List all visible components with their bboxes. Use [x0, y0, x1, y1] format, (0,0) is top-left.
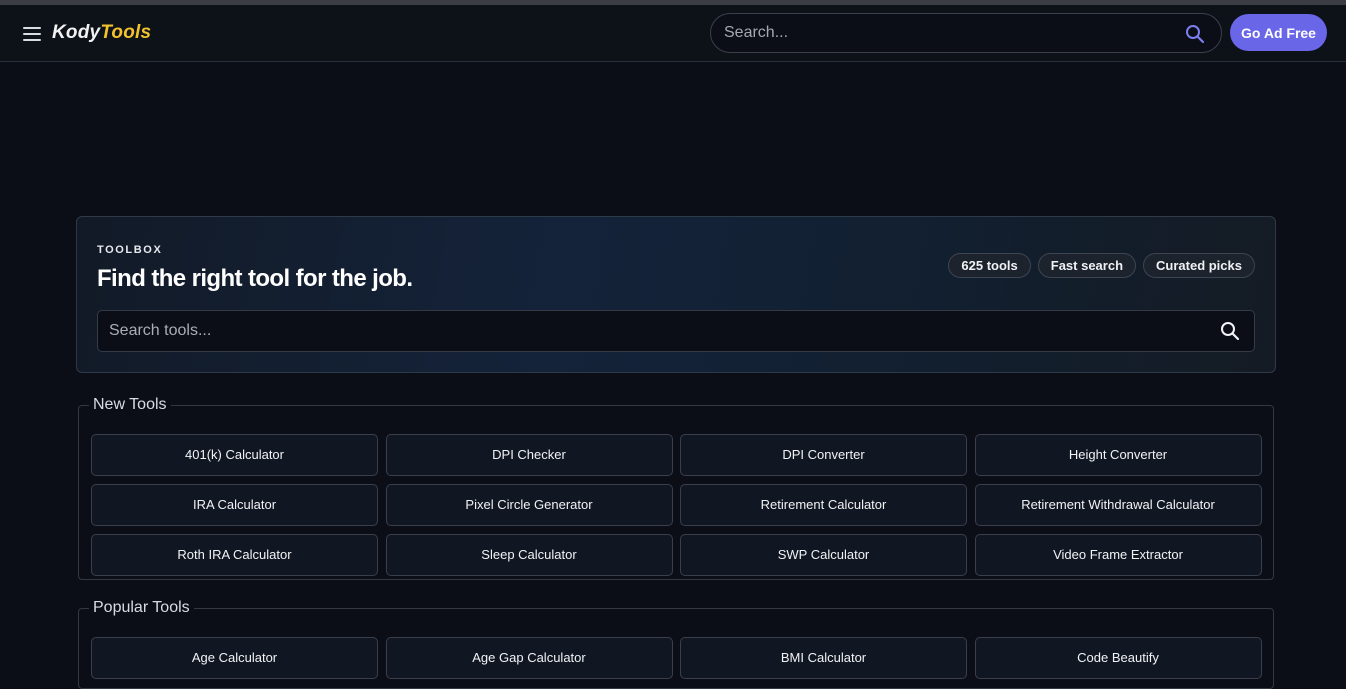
- chip-fast-search: Fast search: [1037, 253, 1137, 278]
- tool-401k-calculator[interactable]: 401(k) Calculator: [91, 434, 378, 476]
- header-search-input[interactable]: [724, 14, 1174, 52]
- logo-text-tools: Tools: [100, 22, 152, 43]
- tool-bmi-calculator[interactable]: BMI Calculator: [680, 637, 967, 679]
- tool-dpi-checker[interactable]: DPI Checker: [385, 434, 673, 476]
- header-search-box: [710, 13, 1222, 53]
- hero-headline: Find the right tool for the job.: [97, 265, 413, 292]
- tool-ira-calculator[interactable]: IRA Calculator: [91, 484, 378, 526]
- chip-tool-count: 625 tools: [948, 253, 1031, 278]
- tool-swp-calculator[interactable]: SWP Calculator: [680, 534, 967, 576]
- new-tools-grid: 401(k) Calculator DPI Checker DPI Conver…: [91, 434, 1262, 576]
- tool-video-frame-extractor[interactable]: Video Frame Extractor: [974, 534, 1262, 576]
- tool-dpi-converter[interactable]: DPI Converter: [680, 434, 967, 476]
- tool-sleep-calculator[interactable]: Sleep Calculator: [385, 534, 673, 576]
- search-icon[interactable]: [1220, 321, 1240, 341]
- tool-roth-ira-calculator[interactable]: Roth IRA Calculator: [91, 534, 378, 576]
- popular-tools-grid: Age Calculator Age Gap Calculator BMI Ca…: [91, 637, 1262, 679]
- hero-chips: 625 tools Fast search Curated picks: [948, 253, 1255, 278]
- toolbox-hero: TOOLBOX Find the right tool for the job.…: [76, 216, 1276, 373]
- tool-height-converter[interactable]: Height Converter: [974, 434, 1262, 476]
- search-icon[interactable]: [1185, 24, 1205, 44]
- tool-age-gap-calculator[interactable]: Age Gap Calculator: [385, 637, 673, 679]
- section-title-new-tools: New Tools: [93, 396, 167, 413]
- tool-retirement-withdrawal-calculator[interactable]: Retirement Withdrawal Calculator: [974, 484, 1262, 526]
- tool-code-beautify[interactable]: Code Beautify: [974, 637, 1262, 679]
- popular-tools-section: Popular Tools Age Calculator Age Gap Cal…: [78, 599, 1274, 689]
- chip-curated-picks: Curated picks: [1143, 253, 1255, 278]
- site-logo[interactable]: KodyTools: [52, 22, 151, 44]
- logo-text-kody: Kody: [52, 22, 101, 43]
- tool-age-calculator[interactable]: Age Calculator: [91, 637, 378, 679]
- section-title-popular-tools: Popular Tools: [93, 599, 190, 616]
- new-tools-section: New Tools 401(k) Calculator DPI Checker …: [78, 396, 1274, 580]
- toolbox-eyebrow: TOOLBOX: [97, 244, 163, 256]
- hamburger-menu-icon[interactable]: [23, 27, 41, 41]
- tools-search-box: [97, 310, 1255, 352]
- tool-retirement-calculator[interactable]: Retirement Calculator: [680, 484, 967, 526]
- tools-search-input[interactable]: [109, 311, 1209, 351]
- tool-pixel-circle-generator[interactable]: Pixel Circle Generator: [385, 484, 673, 526]
- go-ad-free-button[interactable]: Go Ad Free: [1230, 14, 1327, 51]
- site-header: KodyTools Go Ad Free: [0, 5, 1346, 62]
